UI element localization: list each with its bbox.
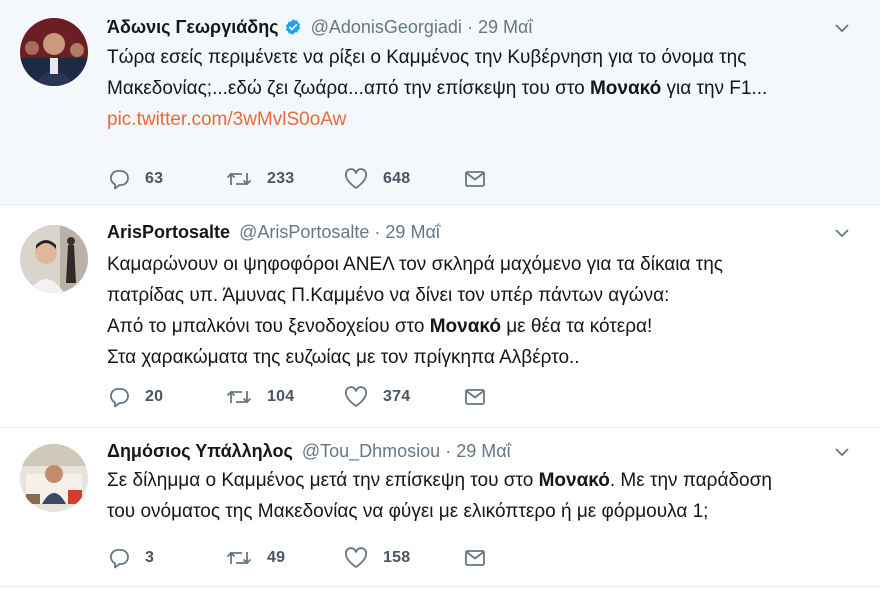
tweet-date[interactable]: 29 Μαΐ [456, 441, 510, 461]
like-icon [343, 546, 369, 570]
dm-button[interactable] [463, 166, 487, 192]
verified-badge-icon [284, 18, 302, 41]
separator-dot: · [466, 17, 473, 37]
reply-count: 63 [145, 170, 164, 187]
avatar[interactable] [20, 444, 88, 512]
author-name[interactable]: Άδωνις Γεωργιάδης [107, 17, 279, 37]
tweet-date[interactable]: 29 Μαΐ [385, 222, 439, 242]
hashtag-highlight: Μονακό [538, 470, 610, 491]
tweet[interactable]: Δημόσιος Υπάλληλος @Tou_Dhmosiou · 29 Μα… [0, 428, 880, 593]
like-count: 648 [383, 170, 411, 187]
tweet-text-line: πατρίδας υπ. Άμυνας Π.Καμμένο να δίνει τ… [107, 285, 670, 306]
author-handle[interactable]: @Tou_Dhmosiou [302, 441, 440, 461]
like-button[interactable]: 648 [343, 166, 410, 192]
retweet-button[interactable]: 233 [225, 166, 294, 192]
tweet-feed: Άδωνις Γεωργιάδης @AdonisGeorgiadi · 29 … [0, 0, 880, 593]
tweet-text-line: Σε δίλημμα ο Καμμένος μετά την επίσκεψη … [107, 470, 772, 491]
avatar[interactable] [20, 18, 88, 86]
tweet-text-line: του ονόματος της Μακεδονίας να φύγει με … [107, 501, 709, 522]
media-link[interactable]: pic.twitter.com/3wMvlS0oAw [107, 104, 850, 135]
tweet[interactable]: Άδωνις Γεωργιάδης @AdonisGeorgiadi · 29 … [0, 0, 880, 205]
like-icon [343, 385, 369, 409]
chevron-down-icon[interactable] [834, 444, 850, 460]
chevron-down-icon[interactable] [834, 20, 850, 36]
dm-button[interactable] [463, 545, 487, 571]
reply-button[interactable]: 63 [107, 166, 163, 192]
reply-icon [107, 167, 131, 191]
tweet-text-line: Τώρα εσείς περιμένετε να ρίξει ο Καμμένο… [107, 47, 747, 68]
tweet-header: ArisPortosalte @ArisPortosalte · 29 Μαΐ [107, 221, 840, 243]
author-name[interactable]: ArisPortosalte [107, 222, 230, 242]
author-name[interactable]: Δημόσιος Υπάλληλος [107, 441, 293, 461]
retweet-icon [225, 167, 253, 191]
reply-count: 3 [145, 549, 155, 566]
tweet-text-line: Από το μπαλκόνι του ξενοδοχείου στο Μονα… [107, 316, 653, 337]
like-button[interactable]: 158 [343, 545, 410, 571]
author-handle[interactable]: @ArisPortosalte [239, 222, 369, 242]
retweet-button[interactable]: 104 [225, 384, 294, 410]
like-count: 158 [383, 549, 411, 566]
tweet-date[interactable]: 29 Μαΐ [478, 17, 532, 37]
like-count: 374 [383, 388, 411, 405]
dm-icon [463, 385, 487, 409]
like-icon [343, 167, 369, 191]
retweet-count: 233 [267, 170, 295, 187]
reply-count: 20 [145, 388, 164, 405]
tweet-text-line: Μακεδονίας;...εδώ ζει ζωάρα...από την επ… [107, 78, 768, 99]
tweet-text: Τώρα εσείς περιμένετε να ρίξει ο Καμμένο… [107, 42, 850, 135]
separator-dot: · [374, 222, 381, 242]
retweet-count: 49 [267, 549, 286, 566]
author-handle[interactable]: @AdonisGeorgiadi [311, 17, 462, 37]
tweet-header: Δημόσιος Υπάλληλος @Tou_Dhmosiou · 29 Μα… [107, 440, 840, 462]
tweet-header: Άδωνις Γεωργιάδης @AdonisGeorgiadi · 29 … [107, 16, 840, 41]
like-button[interactable]: 374 [343, 384, 410, 410]
hashtag-highlight: Μονακό [429, 316, 501, 337]
reply-button[interactable]: 3 [107, 545, 154, 571]
separator-dot: · [445, 441, 452, 461]
dm-icon [463, 546, 487, 570]
reply-icon [107, 385, 131, 409]
retweet-icon [225, 546, 253, 570]
retweet-icon [225, 385, 253, 409]
tweet[interactable]: ArisPortosalte @ArisPortosalte · 29 Μαΐ … [0, 205, 880, 428]
tweet-text: Καμαρώνουν οι ψηφοφόροι ΑΝΕΛ τον σκληρά … [107, 249, 850, 373]
reply-button[interactable]: 20 [107, 384, 163, 410]
retweet-count: 104 [267, 388, 295, 405]
tweet-text-line: Καμαρώνουν οι ψηφοφόροι ΑΝΕΛ τον σκληρά … [107, 254, 723, 275]
tweet-text-line: Στα χαρακώματα της ευζωίας με τον πρίγκη… [107, 347, 580, 368]
avatar[interactable] [20, 225, 88, 293]
dm-icon [463, 167, 487, 191]
retweet-button[interactable]: 49 [225, 545, 285, 571]
hashtag-highlight: Μονακό [589, 78, 662, 99]
reply-icon [107, 546, 131, 570]
chevron-down-icon[interactable] [834, 225, 850, 241]
dm-button[interactable] [463, 384, 487, 410]
tweet-text: Σε δίλημμα ο Καμμένος μετά την επίσκεψη … [107, 465, 850, 527]
